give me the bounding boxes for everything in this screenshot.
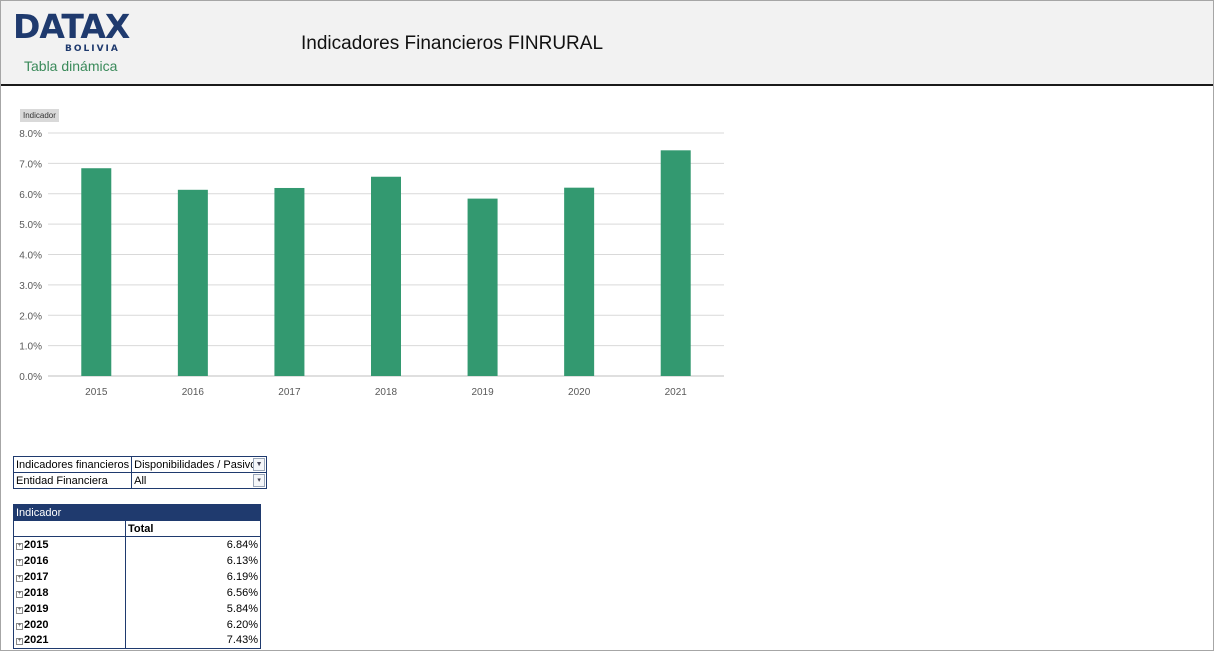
expand-icon[interactable]: + bbox=[16, 558, 23, 566]
year-label: 2021 bbox=[24, 634, 49, 647]
y-tick-label: 8.0% bbox=[19, 129, 42, 140]
filter-value-cell[interactable]: Disponibilidades / Pasivo ▼ bbox=[131, 456, 268, 473]
header: DATAX BOLIVIA Tabla dinámica Indicadores… bbox=[1, 1, 1213, 86]
chart-area: Indicador 0.0% 1.0% 2.0% 3.0% 4.0% 5.0% 6.0% 7.… bbox=[0, 100, 740, 410]
y-tick-label: 4.0% bbox=[19, 251, 42, 262]
filter-label: Indicadores financieros bbox=[12, 456, 133, 473]
expand-icon[interactable]: + bbox=[16, 622, 23, 630]
year-label: 2018 bbox=[24, 586, 49, 599]
dropdown-arrow-icon[interactable]: ▾ bbox=[253, 474, 266, 487]
table-row: +2017 6.19% bbox=[13, 568, 261, 585]
page-title: Indicadores Financieros FINRURAL bbox=[301, 33, 604, 54]
y-tick-label: 3.0% bbox=[19, 281, 42, 292]
pivot-value: 6.84% bbox=[125, 536, 261, 553]
pivot-value: 6.56% bbox=[125, 584, 261, 601]
bar bbox=[660, 150, 691, 376]
pivot-subheader-row: Total bbox=[13, 520, 261, 537]
pivot-row-label[interactable]: +2015 bbox=[13, 536, 126, 553]
y-tick-label: 7.0% bbox=[19, 159, 42, 170]
bar bbox=[564, 187, 595, 376]
y-tick-label: 0.0% bbox=[19, 372, 42, 383]
x-tick-label: 2018 bbox=[375, 387, 398, 398]
pivot-header-row: Indicador bbox=[13, 504, 261, 521]
y-tick-label: 5.0% bbox=[19, 220, 42, 231]
x-tick-label: 2019 bbox=[471, 387, 494, 398]
pivot-value: 6.19% bbox=[125, 568, 261, 585]
pivot-value: 7.43% bbox=[125, 632, 261, 649]
table-row: +2019 5.84% bbox=[13, 600, 261, 617]
pivot-row-label[interactable]: +2020 bbox=[13, 616, 126, 633]
pivot-row-label[interactable]: +2017 bbox=[13, 568, 126, 585]
x-tick-label: 2015 bbox=[85, 387, 108, 398]
expand-icon[interactable]: + bbox=[16, 542, 23, 550]
pivot-corner-cell bbox=[13, 520, 126, 537]
table-row: +2021 7.43% bbox=[13, 632, 261, 649]
filter-value-cell[interactable]: All ▾ bbox=[131, 472, 268, 489]
filter-row: Entidad Financiera All ▾ bbox=[12, 472, 268, 489]
expand-icon[interactable]: + bbox=[16, 574, 23, 582]
filter-value: Disponibilidades / Pasivo bbox=[134, 458, 257, 471]
table-row: +2020 6.20% bbox=[13, 616, 261, 633]
pivot-row-label[interactable]: +2021 bbox=[13, 632, 126, 649]
pivot-table: Indicador Total +2015 6.84% +2016 6.13% … bbox=[13, 504, 261, 649]
pivot-header[interactable]: Indicador bbox=[13, 504, 261, 521]
y-tick-label: 2.0% bbox=[19, 311, 42, 322]
bar bbox=[177, 189, 208, 376]
y-tick-label: 6.0% bbox=[19, 190, 42, 201]
pivot-row-label[interactable]: +2019 bbox=[13, 600, 126, 617]
year-label: 2016 bbox=[24, 554, 49, 567]
expand-icon[interactable]: + bbox=[16, 590, 23, 598]
pivot-value: 6.13% bbox=[125, 552, 261, 569]
x-tick-label: 2016 bbox=[182, 387, 205, 398]
year-label: 2020 bbox=[24, 618, 49, 631]
filter-value: All bbox=[134, 474, 147, 487]
pivot-row-label[interactable]: +2018 bbox=[13, 584, 126, 601]
x-tick-label: 2020 bbox=[568, 387, 591, 398]
filter-label: Entidad Financiera bbox=[12, 472, 133, 489]
year-label: 2017 bbox=[24, 570, 49, 583]
filter-row: Indicadores financieros Disponibilidades… bbox=[12, 456, 268, 473]
pivot-value: 6.20% bbox=[125, 616, 261, 633]
bar bbox=[371, 176, 401, 376]
table-row: +2015 6.84% bbox=[13, 536, 261, 553]
x-tick-label: 2017 bbox=[278, 387, 301, 398]
pivot-row-label[interactable]: +2016 bbox=[13, 552, 126, 569]
bar bbox=[274, 187, 305, 376]
logo-tagline: Tabla dinámica bbox=[24, 58, 118, 74]
expand-icon[interactable]: + bbox=[16, 638, 23, 646]
pivot-total-header: Total bbox=[125, 520, 261, 537]
x-tick-label: 2021 bbox=[665, 387, 688, 398]
pivot-value: 5.84% bbox=[125, 600, 261, 617]
expand-icon[interactable]: + bbox=[16, 606, 23, 614]
year-label: 2015 bbox=[24, 538, 49, 551]
bar bbox=[467, 198, 498, 376]
bar bbox=[81, 168, 112, 376]
logo-subtitle: BOLIVIA bbox=[65, 44, 120, 54]
year-label: 2019 bbox=[24, 602, 49, 615]
table-row: +2018 6.56% bbox=[13, 584, 261, 601]
table-row: +2016 6.13% bbox=[13, 552, 261, 569]
logo: DATAX bbox=[13, 7, 130, 46]
bar-chart: 0.0% 1.0% 2.0% 3.0% 4.0% 5.0% 6.0% 7.0% 8.0% 2015… bbox=[19, 129, 724, 398]
y-tick-label: 1.0% bbox=[19, 342, 42, 353]
filter-table: Indicadores financieros Disponibilidades… bbox=[12, 456, 268, 489]
filter-dropdown-icon[interactable]: ▼ bbox=[253, 458, 266, 471]
